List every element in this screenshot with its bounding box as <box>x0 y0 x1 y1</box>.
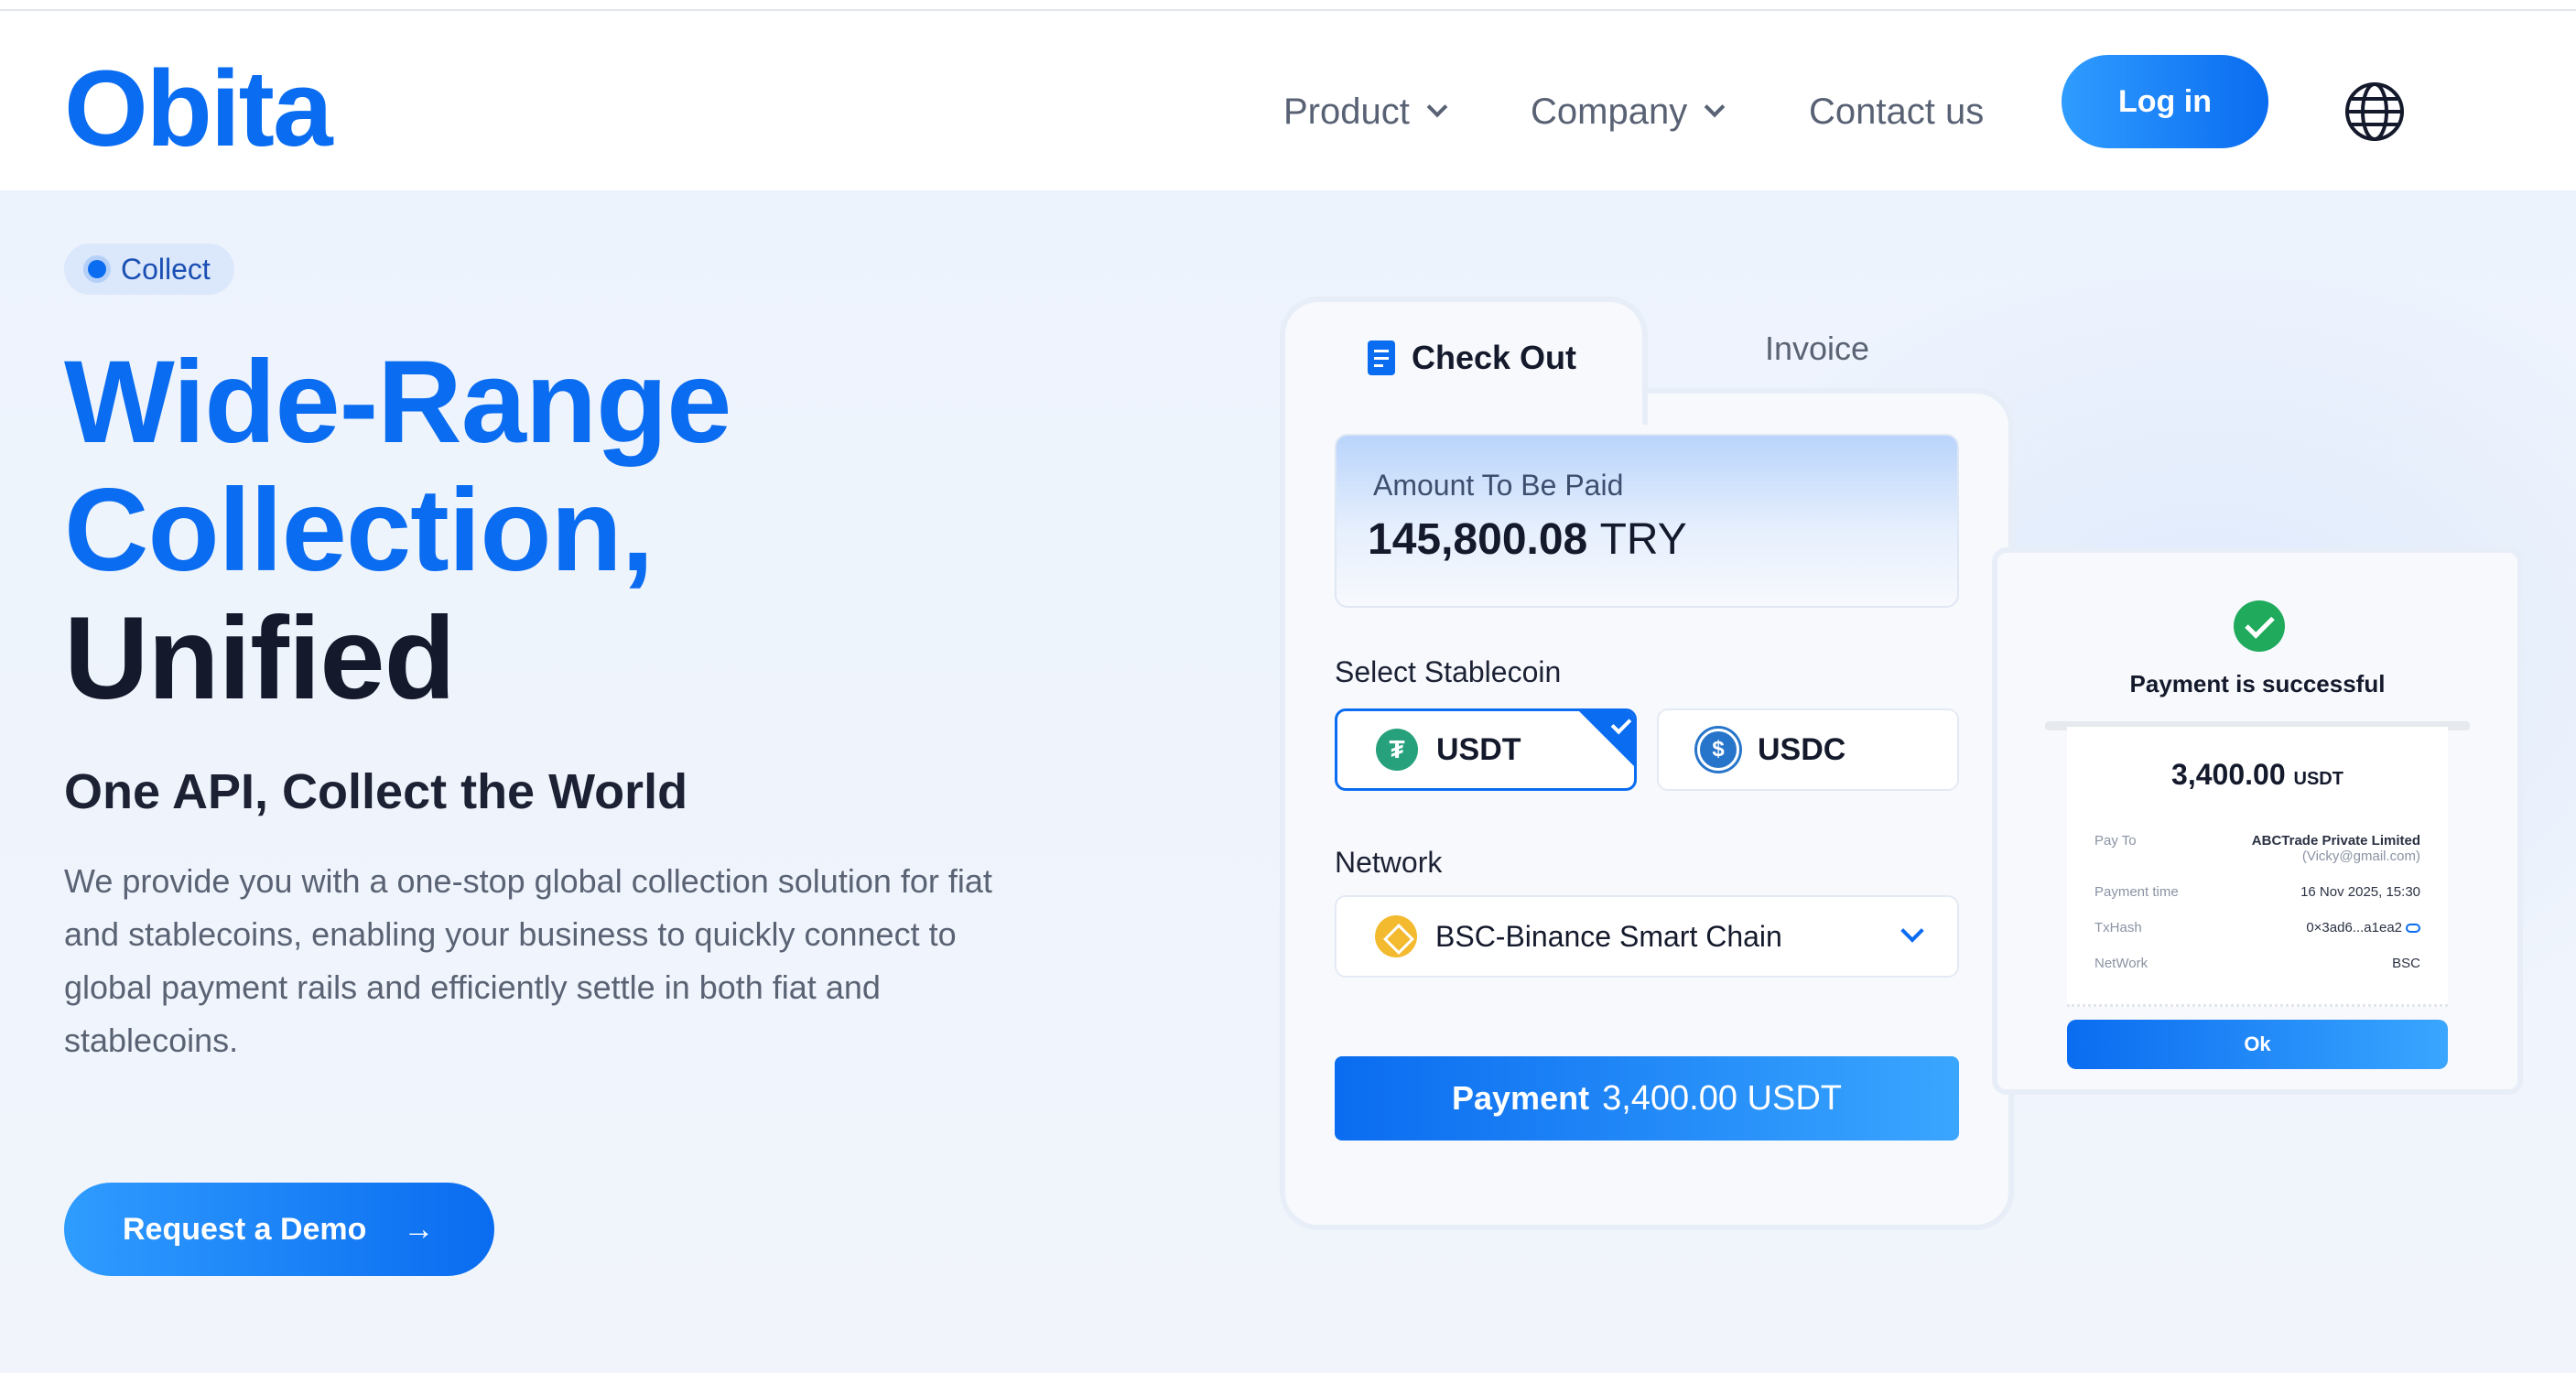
hero-subhead: One API, Collect the World <box>64 764 688 819</box>
tab-checkout[interactable]: Check Out <box>1280 297 1648 425</box>
amount-label: Amount To Be Paid <box>1373 469 1624 502</box>
document-icon <box>1368 341 1395 375</box>
receipt-row-time: Payment time 16 Nov 2025, 15:30 <box>2094 884 2420 900</box>
time-label: Payment time <box>2094 884 2179 900</box>
txhash-value: 0×3ad6...a1ea2 <box>2306 920 2402 935</box>
headline-line-1: Wide-Range <box>64 337 731 468</box>
payment-button[interactable]: Payment 3,400.00 USDT <box>1335 1056 1959 1141</box>
network-value: BSC-Binance Smart Chain <box>1435 919 1782 953</box>
txhash-label: TxHash <box>2094 920 2142 935</box>
payto-name: ABCTrade Private Limited <box>2251 833 2420 849</box>
top-divider <box>0 0 2576 11</box>
amount-number: 145,800.08 <box>1368 515 1588 564</box>
network-label: Network <box>1335 846 1443 879</box>
arrow-right-icon: → <box>403 1211 435 1247</box>
coin-option-usdt[interactable]: ₮ USDT <box>1335 708 1637 791</box>
nav-company[interactable]: Company <box>1531 64 1726 159</box>
tether-icon: ₮ <box>1376 729 1418 771</box>
login-button[interactable]: Log in <box>2062 55 2268 148</box>
link-icon[interactable] <box>2406 924 2420 934</box>
receipt-details: Pay To ABCTrade Private Limited (Vicky@g… <box>2094 833 2420 991</box>
nav-contact-label: Contact us <box>1809 91 1985 132</box>
receipt-row-txhash: TxHash 0×3ad6...a1ea2 <box>2094 920 2420 935</box>
receipt-amount-number: 3,400.00 <box>2171 758 2286 791</box>
chevron-down-icon <box>1704 96 1726 118</box>
txhash-value-wrap: 0×3ad6...a1ea2 <box>2306 920 2420 935</box>
nav-contact[interactable]: Contact us <box>1809 64 1984 159</box>
hero-headline: Wide-Range Collection, Unified <box>64 339 731 723</box>
payto-email: (Vicky@gmail.com) <box>2301 849 2420 864</box>
headline-line-2: Collection, <box>64 465 654 596</box>
headline-line-3: Unified <box>64 593 456 724</box>
select-stablecoin-label: Select Stablecoin <box>1335 655 1562 688</box>
badge-label: Collect <box>121 252 211 286</box>
success-check-icon <box>2234 600 2285 652</box>
collect-badge: Collect <box>64 243 234 295</box>
ok-button[interactable]: Ok <box>2067 1020 2448 1069</box>
tab-checkout-text: Check Out <box>1412 339 1577 376</box>
receipt-network-value: BSC <box>2392 956 2420 971</box>
nav-product[interactable]: Product <box>1283 64 1448 159</box>
request-demo-button[interactable]: Request a Demo → <box>64 1183 494 1276</box>
coin-usdt-label: USDT <box>1436 731 1521 767</box>
coin-usdc-label: USDC <box>1758 731 1846 767</box>
receipt-row-payto: Pay To ABCTrade Private Limited (Vicky@g… <box>2094 833 2420 864</box>
globe-icon[interactable] <box>2343 81 2406 143</box>
payment-label: Payment <box>1452 1079 1590 1117</box>
nav-product-label: Product <box>1283 91 1410 132</box>
payto-label: Pay To <box>2094 833 2137 849</box>
time-value: 16 Nov 2025, 15:30 <box>2300 884 2420 900</box>
badge-dot-icon <box>88 260 106 278</box>
receipt-currency: USDT <box>2293 769 2343 789</box>
payment-receipt-card: Payment is successful 3,400.00 USDT Pay … <box>1992 547 2523 1095</box>
tab-joint <box>1285 383 1642 401</box>
hero-section: Collect Wide-Range Collection, Unified O… <box>0 190 2576 1373</box>
payment-amount: 3,400.00 USDT <box>1602 1078 1842 1118</box>
network-select[interactable]: BSC-Binance Smart Chain <box>1335 895 1959 978</box>
chevron-down-icon <box>1426 96 1448 118</box>
receipt-slip: 3,400.00 USDT Pay To ABCTrade Private Li… <box>2067 727 2448 1007</box>
nav-company-label: Company <box>1531 91 1688 132</box>
hero-description: We provide you with a one-stop global co… <box>64 862 992 1059</box>
tab-checkout-label: Check Out <box>1368 339 1576 377</box>
receipt-amount: 3,400.00 USDT <box>2067 758 2448 792</box>
checkout-card: Check Out Invoice Amount To Be Paid 145,… <box>1280 297 2014 1230</box>
amount-panel: Amount To Be Paid 145,800.08 TRY <box>1335 434 1959 608</box>
receipt-network-label: NetWork <box>2094 956 2148 971</box>
amount-currency: TRY <box>1599 515 1687 564</box>
site-header: Obita Product Company Contact us Log in <box>0 11 2576 190</box>
payto-value: ABCTrade Private Limited (Vicky@gmail.co… <box>2252 833 2420 864</box>
usdc-icon: $ <box>1697 729 1739 771</box>
tab-invoice[interactable]: Invoice <box>1765 330 1869 368</box>
bnb-icon <box>1375 915 1417 957</box>
payment-status: Payment is successful <box>2129 670 2386 697</box>
obita-logo[interactable]: Obita <box>64 55 333 163</box>
amount-value: 145,800.08 TRY <box>1368 514 1687 565</box>
request-demo-label: Request a Demo <box>123 1211 367 1247</box>
chevron-down-icon <box>1900 919 1924 943</box>
coin-option-usdc[interactable]: $ USDC <box>1657 708 1959 791</box>
receipt-row-network: NetWork BSC <box>2094 956 2420 971</box>
